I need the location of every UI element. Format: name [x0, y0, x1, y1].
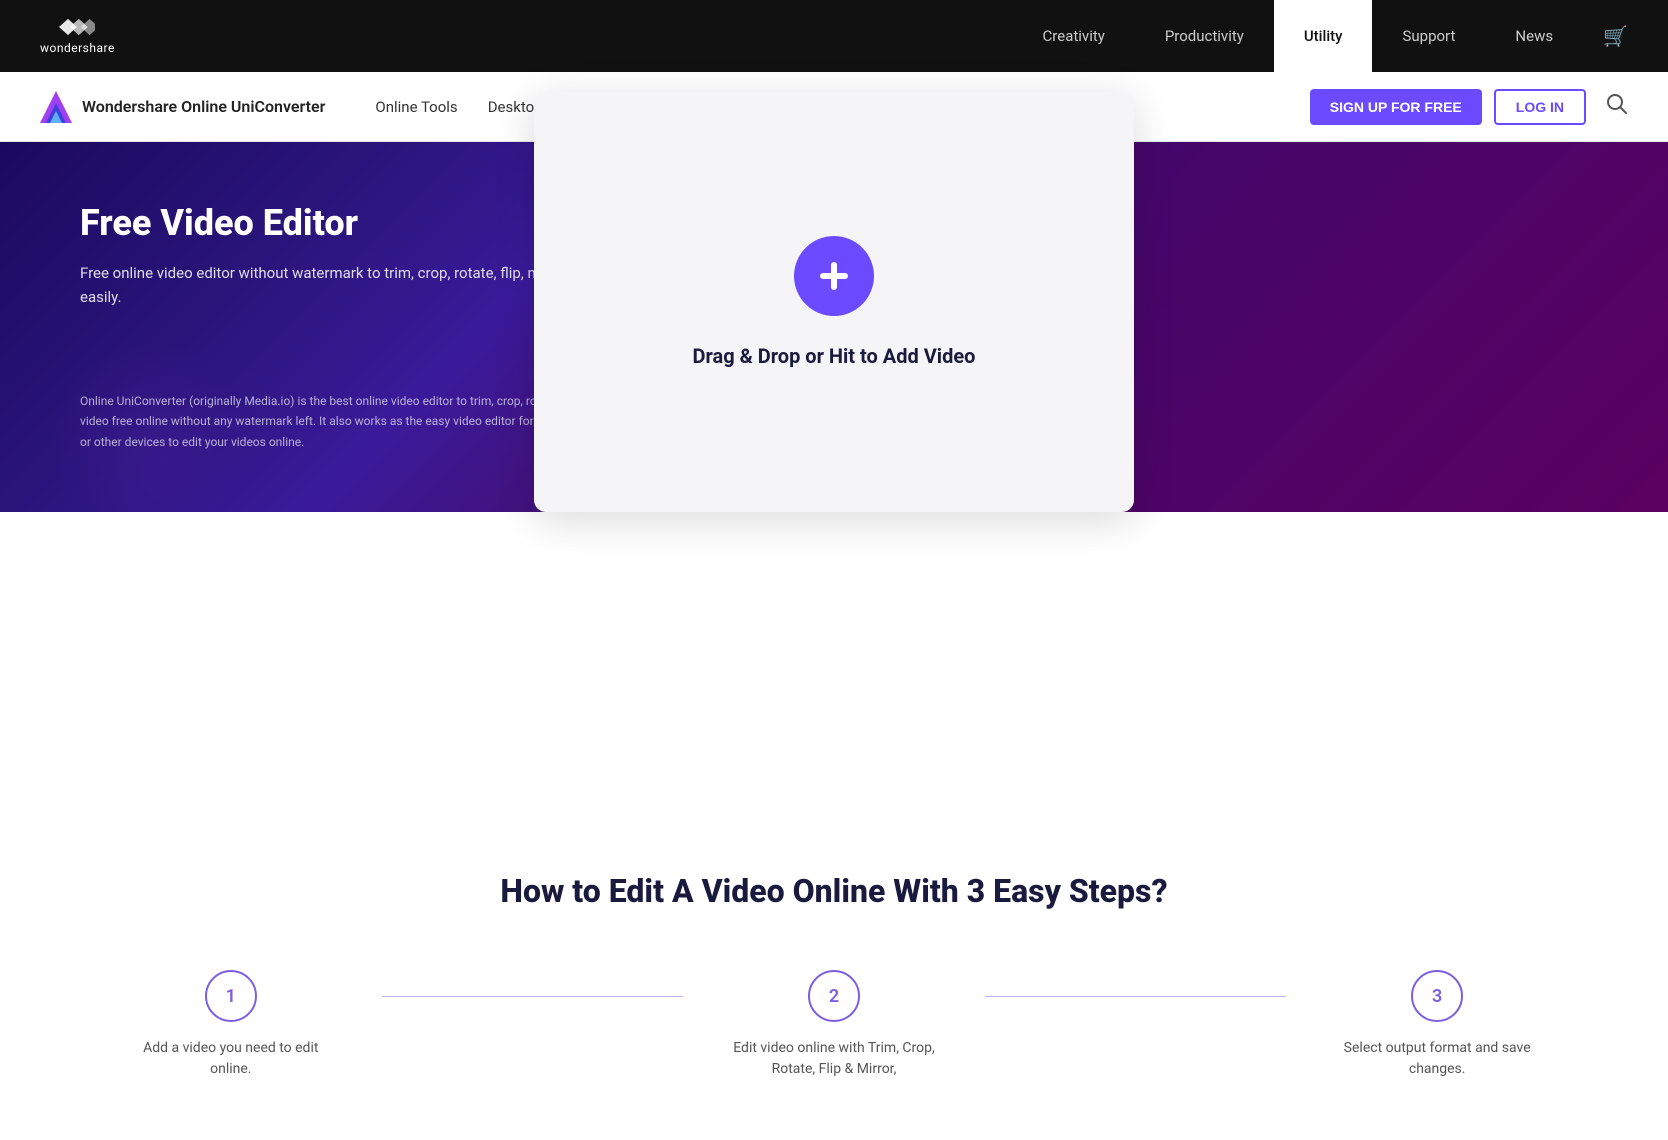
nav-productivity[interactable]: Productivity	[1135, 0, 1274, 72]
step-2-desc: Edit video online with Trim, Crop, Rotat…	[724, 1038, 944, 1080]
step-1: 1 Add a video you need to edit online.	[80, 970, 382, 1080]
step-2: 2 Edit video online with Trim, Crop, Rot…	[683, 970, 985, 1080]
step-connector-2	[985, 996, 1287, 997]
step-3-circle: 3	[1411, 970, 1463, 1022]
steps-section: How to Edit A Video Online With 3 Easy S…	[0, 792, 1668, 1140]
signup-button[interactable]: SIGN UP FOR FREE	[1310, 89, 1482, 125]
step-3-desc: Select output format and save changes.	[1327, 1038, 1547, 1080]
brand-logo[interactable]: Wondershare Online UniConverter	[40, 91, 325, 123]
top-nav: wondershare Creativity Productivity Util…	[0, 0, 1668, 72]
nav-news[interactable]: News	[1485, 0, 1583, 72]
hero-section: Free Video Editor Free online video edit…	[0, 142, 1668, 512]
step-2-circle: 2	[808, 970, 860, 1022]
step-1-circle: 1	[205, 970, 257, 1022]
link-online-tools[interactable]: Online Tools	[375, 98, 457, 116]
step-connector-1	[382, 996, 684, 997]
uniconverter-logo-icon	[40, 91, 72, 123]
upload-panel[interactable]: Drag & Drop or Hit to Add Video	[534, 92, 1134, 512]
steps-row: 1 Add a video you need to edit online. 2…	[80, 970, 1588, 1080]
search-icon[interactable]	[1606, 93, 1628, 120]
logo-text: wondershare	[40, 41, 115, 55]
step-1-desc: Add a video you need to edit online.	[121, 1038, 341, 1080]
plus-icon	[816, 258, 852, 294]
logo-icon	[59, 17, 95, 37]
steps-title: How to Edit A Video Online With 3 Easy S…	[80, 872, 1588, 910]
nav-creativity[interactable]: Creativity	[1013, 0, 1135, 72]
nav-utility[interactable]: Utility	[1274, 0, 1373, 72]
login-button[interactable]: LOG IN	[1494, 89, 1586, 125]
nav-support[interactable]: Support	[1372, 0, 1485, 72]
brand-name: Wondershare Online UniConverter	[82, 97, 325, 116]
upload-text: Drag & Drop or Hit to Add Video	[693, 344, 976, 368]
step-3: 3 Select output format and save changes.	[1286, 970, 1588, 1080]
upload-button[interactable]	[794, 236, 874, 316]
nav-actions: SIGN UP FOR FREE LOG IN	[1310, 89, 1628, 125]
top-nav-links: Creativity Productivity Utility Support …	[1013, 0, 1628, 72]
cart-icon[interactable]: 🛒	[1603, 24, 1628, 48]
wondershare-logo[interactable]: wondershare	[40, 17, 115, 55]
